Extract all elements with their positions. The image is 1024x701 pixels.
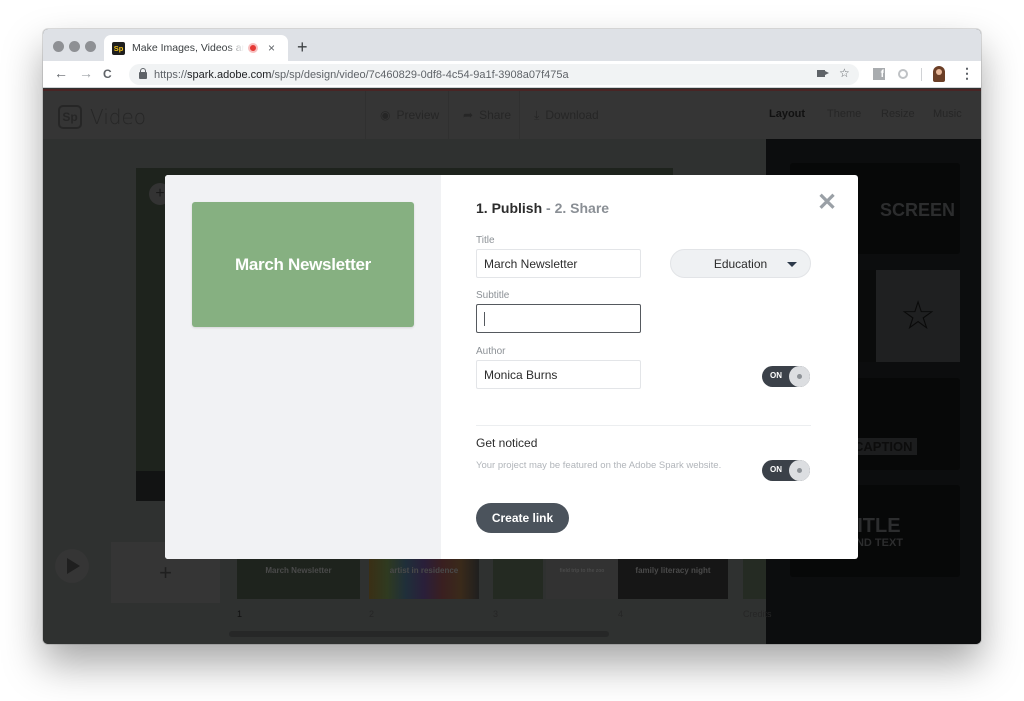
preview-label: Preview	[396, 108, 440, 122]
close-window-button[interactable]	[53, 41, 64, 52]
address-bar[interactable]: https:// spark.adobe.com /sp/sp/design/v…	[129, 64, 859, 85]
tab-music[interactable]: Music	[933, 108, 962, 120]
toggle-knob	[789, 460, 810, 481]
url-host: spark.adobe.com	[187, 68, 272, 81]
author-toggle[interactable]: ON	[762, 366, 810, 387]
download-label: Download	[545, 108, 599, 122]
url-path: /sp/sp/design/video/7c460829-0df8-4c54-9…	[271, 68, 569, 81]
chevron-down-icon	[787, 262, 797, 267]
step-share[interactable]: 2. Share	[555, 200, 609, 216]
share-arrow-icon: ➦	[463, 108, 474, 122]
step-publish: 1. Publish	[476, 200, 543, 216]
spark-logo-icon: Sp	[58, 105, 82, 129]
browser-tab[interactable]: Sp Make Images, Videos and Web Stories ×	[104, 35, 288, 61]
slide-number: 4	[618, 609, 624, 619]
browser-window: Sp Make Images, Videos and Web Stories ×…	[43, 29, 981, 644]
text-caret	[484, 311, 485, 326]
get-noticed-description: Your project may be featured on the Adob…	[476, 460, 722, 471]
minimize-window-button[interactable]	[69, 41, 80, 52]
lock-icon	[139, 68, 147, 79]
caption-label: CAPTION	[850, 438, 917, 455]
url-scheme: https://	[154, 68, 188, 81]
publish-form: 1. Publish - 2. Share ✕ Title March News…	[441, 175, 858, 559]
toggle-label: ON	[770, 465, 782, 474]
tab-layout[interactable]: Layout	[769, 108, 805, 120]
bookmark-star-icon[interactable]: ☆	[839, 66, 850, 80]
get-noticed-toggle[interactable]: ON	[762, 460, 810, 481]
play-button[interactable]	[55, 549, 89, 583]
slide-number: Credits	[743, 609, 772, 619]
tab-title: Make Images, Videos and Web Stories	[132, 42, 244, 54]
slide-thumb-text: field trip to the zoo	[559, 568, 605, 574]
reload-button[interactable]: C	[103, 67, 112, 81]
slide-thumb-text: March Newsletter	[265, 566, 332, 575]
download-icon: ⤓	[534, 107, 540, 122]
subtitle-label: Subtitle	[476, 290, 510, 301]
slide-thumb-text: family literacy night	[635, 566, 711, 575]
camera-icon[interactable]	[817, 70, 829, 77]
category-selected: Education	[713, 256, 768, 271]
preview-button[interactable]: ◉ Preview	[365, 91, 453, 139]
timeline-scrollbar[interactable]	[229, 631, 609, 637]
video-preview-card: March Newsletter	[192, 202, 414, 327]
tab-close-button[interactable]: ×	[268, 41, 275, 55]
toggle-knob	[789, 366, 810, 387]
title-input[interactable]: March Newsletter	[476, 249, 641, 278]
recording-icon	[248, 43, 258, 53]
browser-menu-icon[interactable]: ⋮	[960, 65, 974, 82]
section-divider	[476, 425, 811, 426]
back-button[interactable]: ←	[54, 65, 68, 81]
share-label: Share	[479, 108, 512, 122]
app-header: Sp Video ◉ Preview ➦ Share ⤓ Download La…	[43, 89, 981, 139]
tab-theme[interactable]: Theme	[827, 108, 861, 120]
app-name: Video	[90, 105, 147, 129]
tab-resize[interactable]: Resize	[881, 108, 915, 120]
extension-circle-icon[interactable]	[898, 69, 908, 79]
tab-strip: Sp Make Images, Videos and Web Stories ×…	[43, 29, 981, 61]
download-button[interactable]: ⤓ Download	[519, 91, 613, 139]
author-input[interactable]: Monica Burns	[476, 360, 641, 389]
facebook-extension-icon[interactable]: f	[873, 68, 885, 80]
category-dropdown[interactable]: Education	[670, 249, 811, 278]
slide-number: 2	[369, 609, 375, 619]
close-icon[interactable]: ✕	[817, 191, 837, 215]
toolbar-divider	[921, 68, 922, 81]
subtitle-input[interactable]	[476, 304, 641, 333]
new-tab-button[interactable]: +	[297, 37, 308, 58]
step-indicator: 1. Publish - 2. Share	[476, 200, 609, 216]
share-button[interactable]: ➦ Share	[448, 91, 525, 139]
browser-toolbar: ← → C https:// spark.adobe.com /sp/sp/de…	[43, 61, 981, 88]
forward-button[interactable]: →	[79, 65, 93, 81]
preview-pane: March Newsletter	[165, 175, 441, 559]
eye-icon: ◉	[380, 108, 391, 122]
create-link-button[interactable]: Create link	[476, 503, 569, 533]
step-separator: -	[542, 200, 555, 216]
spark-favicon-icon: Sp	[112, 41, 125, 55]
title-label: Title	[476, 235, 495, 246]
get-noticed-title: Get noticed	[476, 436, 538, 450]
maximize-window-button[interactable]	[85, 41, 96, 52]
slide-thumb-text: artist in residence	[389, 566, 459, 575]
star-icon: ☆	[876, 270, 960, 362]
toggle-label: ON	[770, 371, 782, 380]
slide-number: 3	[493, 609, 499, 619]
profile-avatar[interactable]	[933, 66, 945, 82]
slide-number: 1	[237, 609, 243, 619]
publish-dialog: March Newsletter 1. Publish - 2. Share ✕…	[165, 175, 858, 559]
author-label: Author	[476, 346, 506, 357]
